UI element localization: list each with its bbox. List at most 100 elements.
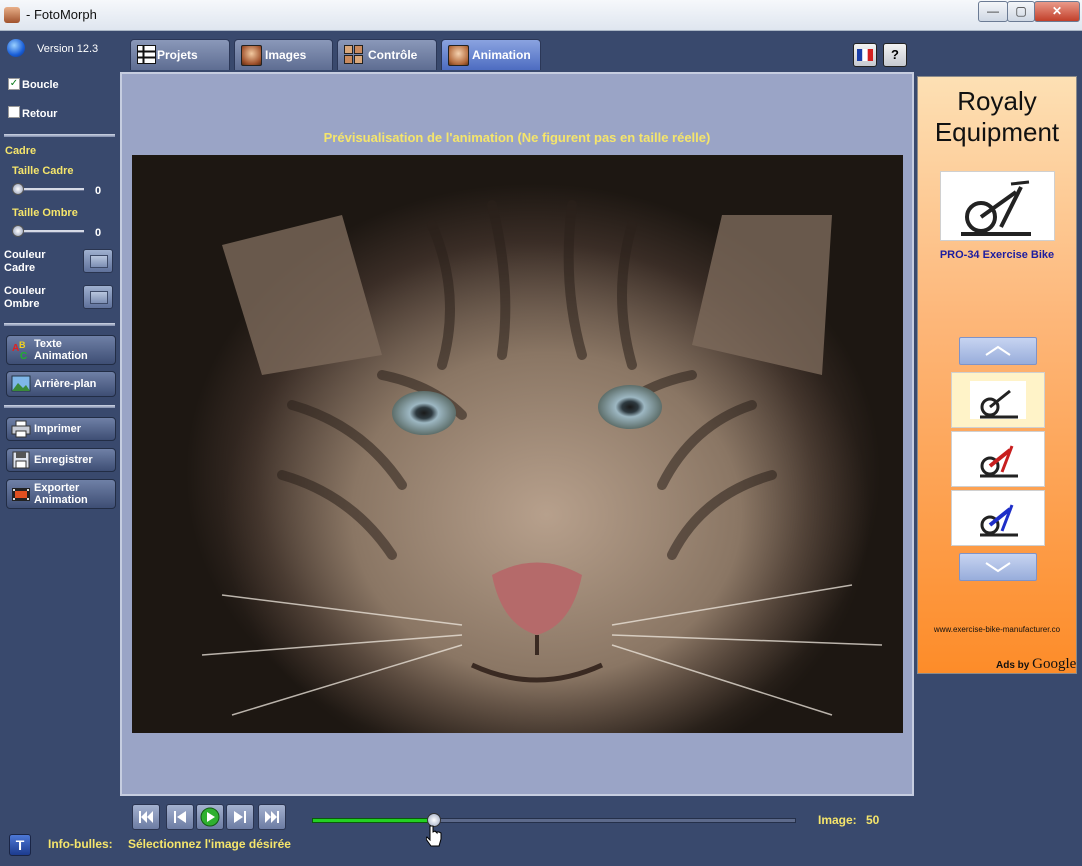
tab-controle[interactable]: Contrôle [337,39,437,70]
ads-by-label[interactable]: Ads by Google [996,656,1076,673]
svg-text:C: C [20,351,27,360]
frame-color-label: Couleur Cadre [4,249,46,275]
ad-product-link[interactable]: PRO-34 Exercise Bike [917,249,1077,261]
close-button[interactable]: ✕ [1034,1,1080,22]
shadow-color-label: Couleur Ombre [4,285,46,311]
frame-size-label: Taille Cadre [12,165,74,177]
ad-title-line2: Equipment [934,117,1060,147]
animation-preview-image [132,155,903,733]
image-counter-label: Image: [818,813,857,827]
play-button[interactable] [196,804,224,830]
first-frame-button[interactable] [132,804,160,830]
return-label: Retour [22,108,58,120]
last-frame-button[interactable] [258,804,286,830]
return-checkbox[interactable] [8,106,20,118]
portrait-icon [241,45,262,66]
control-grid-icon [344,45,363,64]
ad-thumbnail-2[interactable] [951,431,1045,487]
skip-to-start-icon [139,811,153,823]
tab-images[interactable]: Images [234,39,333,70]
preview-title: Prévisualisation de l'animation (Ne figu… [323,130,711,145]
shadow-size-slider[interactable] [14,230,84,233]
svg-text:B: B [19,340,26,350]
ad-product-image[interactable] [940,171,1055,241]
tab-animation-label: Animation [472,48,531,62]
print-button[interactable]: Imprimer [6,417,116,441]
ad-title[interactable]: Royaly Equipment [917,86,1077,148]
minimize-button[interactable]: — [978,1,1008,22]
loop-label: Boucle [22,79,59,91]
tooltip-text: Sélectionnez l'image désirée [128,837,291,851]
next-frame-button[interactable] [226,804,254,830]
divider [4,134,115,137]
title-bar: - FotoMorph — ▢ ✕ [0,0,1082,31]
ad-scroll-up-button[interactable] [959,337,1037,365]
shadow-size-value: 0 [95,227,102,239]
film-reel-icon [11,484,31,504]
step-back-icon [174,811,186,823]
shadow-color-button[interactable] [83,285,113,309]
step-forward-icon [234,811,246,823]
save-label: Enregistrer [34,454,93,466]
exercise-bike-icon [970,381,1026,419]
maximize-button[interactable]: ▢ [1007,1,1035,22]
abc-icon: ABC [11,340,31,362]
mouse-cursor-icon [426,825,442,847]
version-label: Version 12.3 [37,43,99,55]
text-animation-label: Texte Animation [34,336,88,364]
frame-color-label-line2: Cadre [4,262,36,274]
tooltips-toggle-button[interactable]: T [9,834,31,856]
tiger-face-picture [172,185,892,733]
google-logo-text: Google [1032,656,1077,672]
frame-section-label: Cadre [5,145,37,157]
divider [4,323,115,326]
exercise-bike-icon [961,180,1031,236]
export-animation-button[interactable]: Exporter Animation [6,479,116,509]
frame-color-label-line1: Couleur [4,249,46,261]
export-animation-label-line1: Exporter [34,482,80,494]
frame-size-slider[interactable] [14,188,84,191]
save-disk-icon [11,450,31,470]
shadow-color-label-line1: Couleur [4,285,46,297]
loop-checkbox[interactable]: ✓ [8,78,20,90]
red-exercise-bike-icon [980,445,1018,478]
ad-url[interactable]: www.exercise-bike-manufacturer.co [917,625,1077,634]
frame-size-value: 0 [95,185,102,197]
french-flag-icon [857,49,873,61]
divider [4,405,115,408]
ad-scroll-down-button[interactable] [959,553,1037,581]
ad-title-line1: Royaly [957,86,1037,116]
shadow-color-label-line2: Ombre [4,298,40,310]
help-button[interactable]: ? [883,43,907,67]
image-counter-value: 50 [866,813,880,827]
globe-icon[interactable] [7,39,25,57]
language-flag-button[interactable] [853,43,877,67]
landscape-icon [11,374,31,394]
app-icon [4,7,20,23]
window-title: - FotoMorph [26,7,97,22]
frame-color-button[interactable] [83,249,113,273]
shadow-size-slider-knob[interactable] [12,225,24,237]
text-animation-button[interactable]: ABC Texte Animation [6,335,116,365]
frame-slider-progress [312,818,435,823]
tab-projets[interactable]: Projets [130,39,230,70]
export-animation-label: Exporter Animation [34,480,88,508]
ad-thumbnail-3[interactable] [951,490,1045,546]
frame-size-slider-knob[interactable] [12,183,24,195]
background-button[interactable]: Arrière-plan [6,371,116,397]
print-label: Imprimer [34,423,82,435]
ads-by-text: Ads by [996,660,1030,671]
ad-thumbnail-1[interactable] [951,372,1045,428]
text-animation-label-line2: Animation [34,350,88,362]
printer-icon [11,419,31,439]
tab-projets-label: Projets [157,48,198,62]
chevron-up-icon [985,345,1011,356]
previous-frame-button[interactable] [166,804,194,830]
tab-animation[interactable]: Animation [441,39,541,70]
save-button[interactable]: Enregistrer [6,448,116,472]
text-animation-label-line1: Texte [34,338,62,350]
chevron-down-icon [985,562,1011,573]
skip-to-end-icon [265,811,279,823]
export-animation-label-line2: Animation [34,494,88,506]
tab-controle-label: Contrôle [368,48,418,62]
